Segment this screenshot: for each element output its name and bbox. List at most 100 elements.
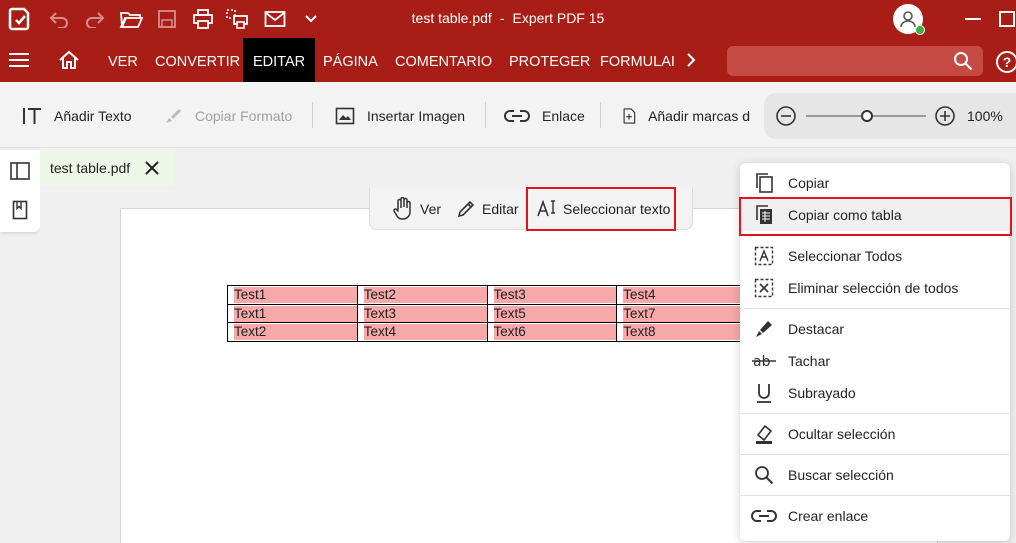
bookmark-icon[interactable]: [12, 200, 28, 225]
add-text-button[interactable]: Añadir Texto: [22, 104, 132, 128]
menu-pagina[interactable]: PÁGINA: [323, 38, 378, 82]
zoom-in-icon[interactable]: [934, 105, 956, 132]
menu-item-strikethrough[interactable]: ab Tachar: [740, 345, 1010, 377]
insert-image-label: Insertar Imagen: [367, 108, 466, 124]
menu-item-deselect-all[interactable]: Eliminar selección de todos: [740, 272, 1010, 304]
link-icon: [504, 110, 530, 122]
menu-item-hide-selection[interactable]: Ocultar selección: [740, 418, 1010, 450]
deselect-all-icon: [740, 278, 788, 298]
sidebar-toggle-icon[interactable]: [10, 162, 30, 185]
menu-item-label: Subrayado: [788, 385, 856, 401]
ribbon-separator: [312, 102, 313, 128]
table-cell[interactable]: Text4: [356, 322, 488, 343]
document-tab[interactable]: test table.pdf: [40, 150, 175, 186]
edit-mode-button[interactable]: Editar: [456, 188, 519, 230]
menu-separator: [740, 413, 1010, 414]
pdf-table[interactable]: Test1 Test2 Test3 Test4 Text1 Text3 Text…: [227, 285, 747, 343]
search-input[interactable]: [727, 46, 983, 76]
svg-text:ab: ab: [753, 354, 771, 370]
hamburger-menu-icon[interactable]: [9, 52, 29, 73]
menu-proteger[interactable]: PROTEGER: [509, 38, 590, 82]
table-cell[interactable]: Text1: [227, 303, 358, 324]
user-avatar-icon[interactable]: [893, 4, 925, 35]
table-cell[interactable]: Text3: [356, 303, 488, 324]
cell-text: Test2: [363, 286, 487, 303]
maximize-icon[interactable]: [994, 6, 1016, 32]
menu-formulario[interactable]: FORMULAI: [600, 38, 674, 82]
table-row: Text2 Text4 Text6 Text8: [227, 322, 747, 343]
table-cell[interactable]: Text2: [227, 322, 358, 343]
zoom-slider-handle[interactable]: [861, 110, 873, 122]
link-label: Enlace: [542, 108, 585, 124]
menu-item-copy[interactable]: Copiar: [740, 167, 1010, 199]
strikethrough-icon: ab: [740, 351, 788, 371]
cell-text: Text8: [623, 324, 746, 341]
close-tab-icon[interactable]: [144, 160, 160, 179]
table-cell[interactable]: Test4: [616, 285, 747, 305]
menu-item-label: Tachar: [788, 353, 831, 369]
view-mode-label: Ver: [420, 201, 442, 217]
menu-item-highlight[interactable]: Destacar: [740, 313, 1010, 345]
menu-item-underline[interactable]: Subrayado: [740, 377, 1010, 409]
table-row: Test1 Test2 Test3 Test4: [227, 285, 747, 305]
table-cell[interactable]: Test3: [486, 285, 618, 305]
underline-icon: [740, 382, 788, 404]
menu-separator: [740, 454, 1010, 455]
copy-as-table-highlight-box: [739, 197, 1012, 236]
search-icon: [740, 465, 788, 485]
copy-icon: [740, 172, 788, 194]
menu-item-select-all[interactable]: Seleccionar Todos: [740, 240, 1010, 272]
add-marks-button[interactable]: Añadir marcas d: [622, 104, 750, 128]
add-text-label: Añadir Texto: [54, 108, 132, 124]
window-title: test table.pdf - Expert PDF 15: [0, 10, 1016, 26]
select-all-icon: [740, 246, 788, 266]
left-side-panel: [0, 150, 40, 232]
eraser-icon: [740, 423, 788, 445]
title-separator: -: [499, 10, 505, 26]
menu-item-label: Seleccionar Todos: [788, 248, 903, 264]
menu-item-create-link[interactable]: Crear enlace: [740, 500, 1010, 532]
cell-text: Text5: [493, 305, 617, 322]
table-cell[interactable]: Text7: [616, 303, 747, 324]
insert-image-button[interactable]: Insertar Imagen: [335, 104, 465, 128]
table-cell[interactable]: Test2: [356, 285, 488, 305]
minimize-icon[interactable]: [960, 6, 986, 32]
cell-text: Text7: [623, 305, 746, 322]
menu-item-label: Crear enlace: [788, 508, 869, 524]
select-text-highlight-box: [526, 187, 676, 231]
copy-format-button[interactable]: Copiar Formato: [163, 104, 292, 128]
pencil-icon: [457, 200, 475, 218]
search-icon[interactable]: [953, 51, 973, 76]
table-cell[interactable]: Text5: [486, 303, 618, 324]
cell-text: Text6: [493, 324, 617, 341]
table-cell[interactable]: Text8: [616, 322, 747, 343]
cell-text: Test1: [234, 286, 357, 303]
table-row: Text1 Text3 Text5 Text7: [227, 303, 747, 324]
link-button[interactable]: Enlace: [504, 104, 585, 128]
chevron-right-icon[interactable]: [686, 53, 696, 72]
cell-text: Text1: [234, 305, 357, 322]
menu-editar[interactable]: EDITAR: [243, 38, 316, 82]
menu-ver[interactable]: VER: [108, 38, 138, 82]
view-mode-button[interactable]: Ver: [392, 188, 441, 230]
cell-text: Test4: [623, 286, 746, 303]
table-cell[interactable]: Test1: [227, 285, 358, 305]
app-name: Expert PDF 15: [512, 10, 605, 26]
hand-icon: [393, 197, 411, 220]
document-name: test table.pdf: [411, 10, 492, 26]
zoom-level: 100%: [967, 108, 1003, 124]
ribbon-separator: [485, 102, 486, 128]
table-cell[interactable]: Text6: [486, 322, 618, 343]
menu-item-label: Copiar: [788, 175, 830, 191]
menu-item-label: Ocultar selección: [788, 426, 896, 442]
help-icon[interactable]: ?: [996, 51, 1016, 73]
home-icon[interactable]: [58, 50, 80, 75]
menu-comentario[interactable]: COMENTARIO: [395, 38, 492, 82]
cell-text: Text3: [363, 305, 487, 322]
link-icon: [740, 508, 788, 524]
menu-convertir[interactable]: CONVERTIR: [155, 38, 240, 82]
ribbon-separator: [600, 102, 601, 128]
menu-item-search-selection[interactable]: Buscar selección: [740, 459, 1010, 491]
zoom-out-icon[interactable]: [775, 105, 797, 132]
edit-mode-label: Editar: [482, 201, 519, 217]
